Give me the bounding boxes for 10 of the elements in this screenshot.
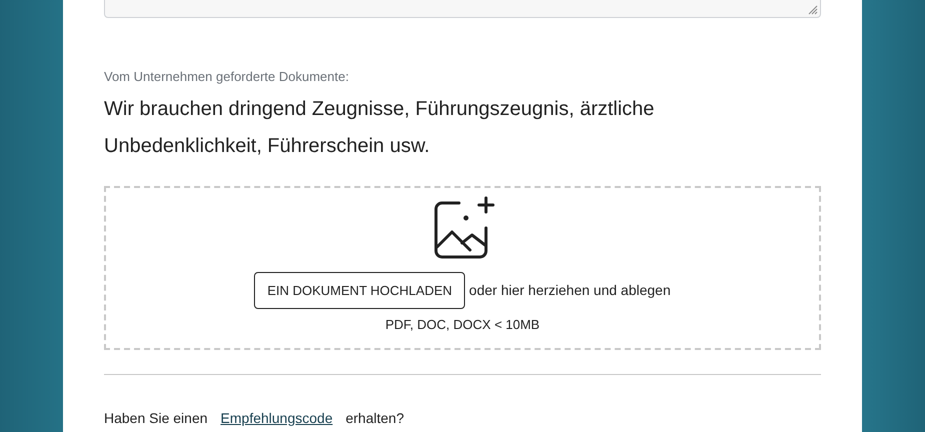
upload-button[interactable]: EIN DOKUMENT HOCHLADEN [254,272,466,309]
referral-question: Haben Sie einen [104,409,208,428]
referral-code-link[interactable]: Empfehlungscode [220,408,333,429]
referral-suffix: erhalten? [346,409,404,428]
upload-dropzone[interactable]: EIN DOKUMENT HOCHLADEN oder hier herziehen und ablegen PDF, DOC, DOCX < 10MB [104,186,821,350]
documents-label: Vom Unternehmen geforderte Dokumente: [104,68,350,86]
documents-text: Wir brauchen dringend Zeugnisse, Führungszeugnis, ärztliche Unbedenklichkeit, Führerschein usw. [104,97,656,159]
file-formats: PDF, DOC, DOCX < 10MB [385,316,540,334]
resize-handle-icon[interactable] [808,5,818,15]
drag-hint: oder hier herziehen und ablegen [469,281,671,300]
